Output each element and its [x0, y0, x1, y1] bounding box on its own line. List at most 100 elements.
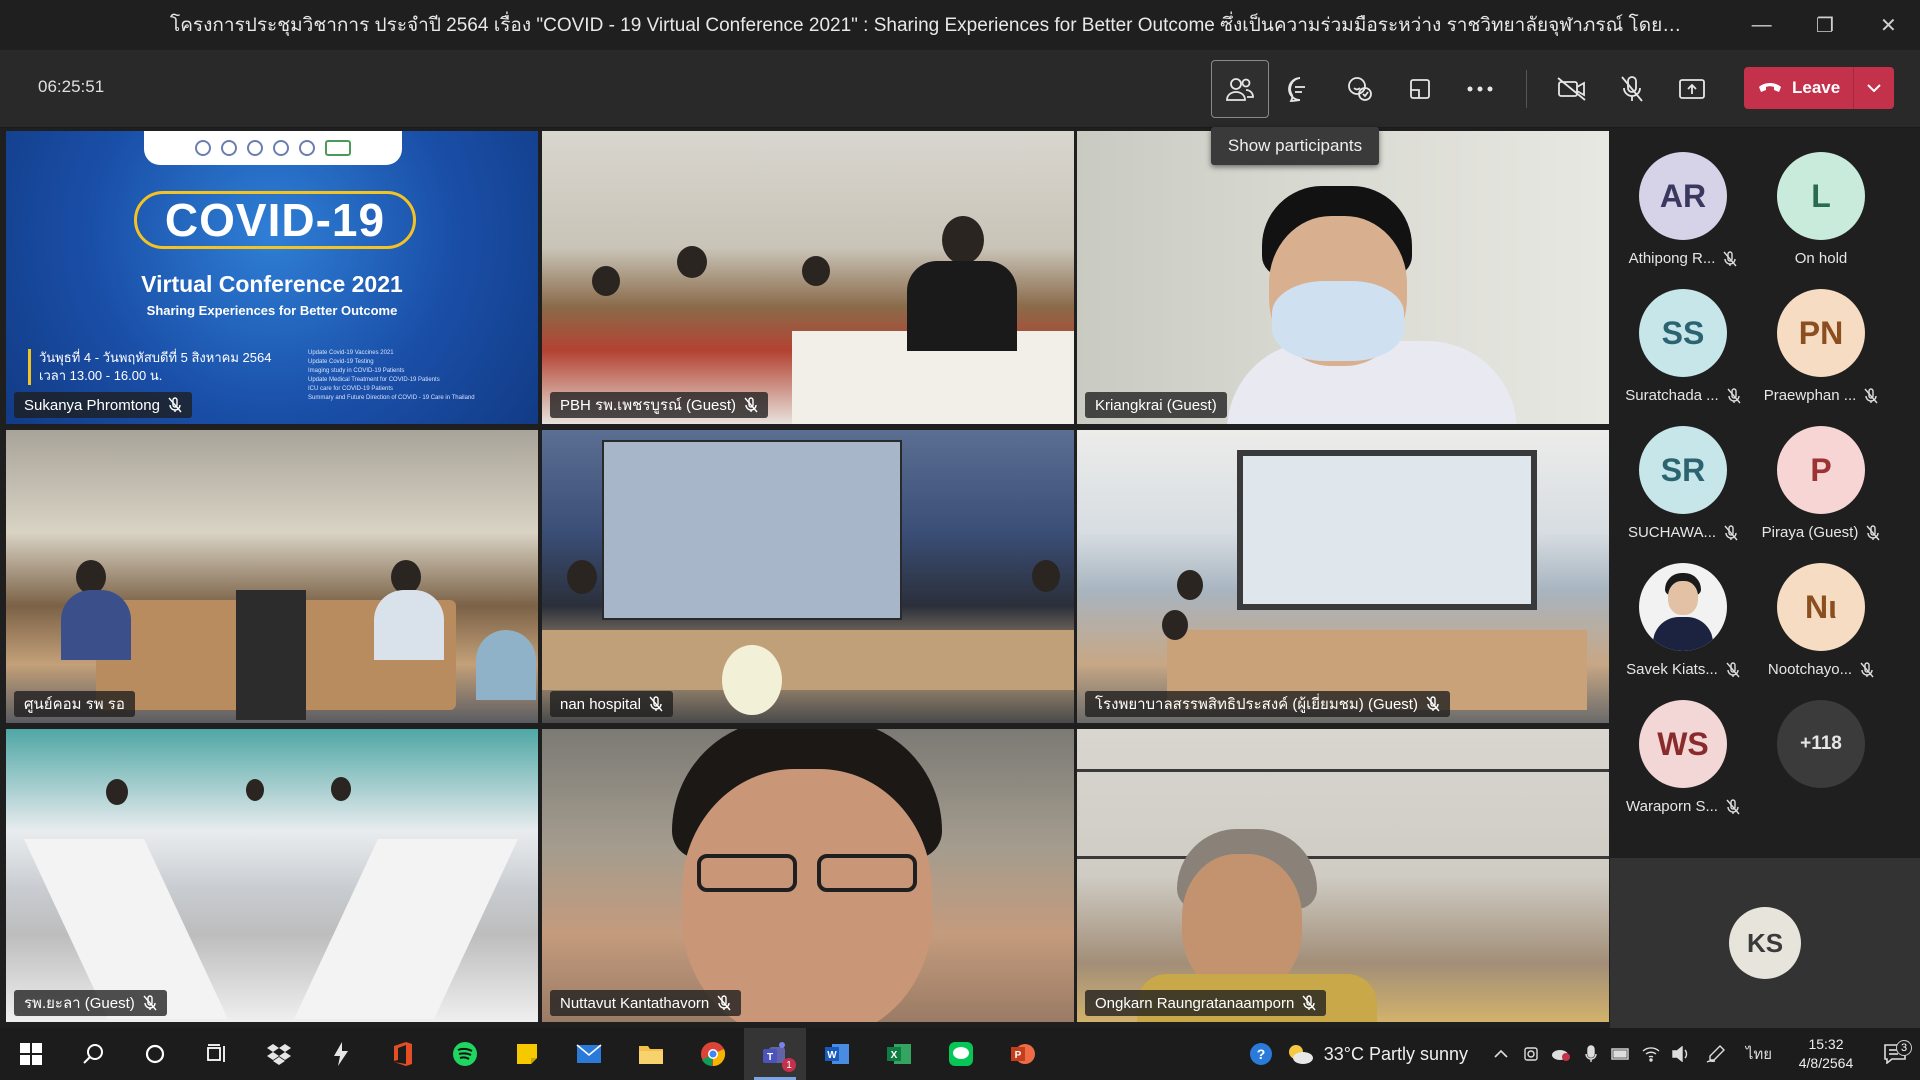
leave-options-dropdown[interactable]	[1854, 84, 1894, 92]
video-tile[interactable]: โรงพยาบาลสรรพสิทธิประสงค์ (ผู้เยี่ยมชม) …	[1077, 430, 1609, 723]
participant-card[interactable]: PN Praewphan ...	[1751, 289, 1891, 425]
tray-volume[interactable]	[1666, 1028, 1696, 1080]
weather-widget[interactable]: 33°C Partly sunny	[1286, 1043, 1468, 1065]
powerpoint-app[interactable]: P	[992, 1028, 1054, 1080]
search-button[interactable]	[62, 1028, 124, 1080]
share-content-button[interactable]	[1663, 60, 1721, 118]
participant-card[interactable]: WS Waraporn S...	[1613, 700, 1753, 836]
spotify-app[interactable]	[434, 1028, 496, 1080]
participant-card[interactable]: Savek Kiats...	[1613, 563, 1753, 699]
participant-name-tag: nan hospital	[550, 691, 673, 717]
svg-text:P: P	[1015, 1050, 1022, 1061]
mic-off-icon	[1726, 798, 1740, 814]
minimize-button[interactable]: —	[1730, 0, 1793, 50]
help-button[interactable]: ?	[1236, 1028, 1286, 1080]
self-view: KS	[1610, 858, 1920, 1028]
video-grid: COVID-19 Virtual Conference 2021 Sharing…	[0, 128, 1610, 1028]
chrome-app[interactable]	[682, 1028, 744, 1080]
mail-app[interactable]	[558, 1028, 620, 1080]
tray-camera[interactable]	[1516, 1028, 1546, 1080]
teams-app[interactable]: T 1	[744, 1028, 806, 1080]
svg-text:T: T	[767, 1052, 773, 1063]
participant-name: Kriangkrai (Guest)	[1095, 396, 1217, 414]
maximize-button[interactable]: ❐	[1793, 0, 1856, 50]
video-tile-active-speaker[interactable]: ศูนย์คอม รพ รอ	[6, 430, 538, 723]
notification-count: 3	[1896, 1040, 1912, 1056]
flower-decoration	[722, 645, 782, 715]
avatar: P	[1777, 426, 1865, 514]
task-view-icon	[207, 1044, 225, 1062]
video-tile[interactable]: PBH รพ.เพชรบูรณ์ (Guest)	[542, 131, 1074, 424]
window-title: โครงการประชุมวิชาการ ประจำปี 2564 เรื่อง…	[170, 15, 1730, 36]
line-icon	[949, 1042, 973, 1066]
taskbar-clock[interactable]: 15:32 4/8/2564	[1782, 1035, 1870, 1073]
more-participants-button[interactable]: +118	[1751, 700, 1891, 836]
video-tile[interactable]: Ongkarn Raungratanaamporn	[1077, 729, 1609, 1022]
cortana-button[interactable]	[124, 1028, 186, 1080]
tray-wifi[interactable]	[1636, 1028, 1666, 1080]
slide-topic: Summary and Future Direction of COVID - …	[308, 395, 475, 401]
phone-hangup-icon	[1759, 83, 1781, 92]
avatar: L	[1777, 152, 1865, 240]
video-tile[interactable]: Kriangkrai (Guest)	[1077, 131, 1609, 424]
participant-card[interactable]: L On hold	[1751, 152, 1891, 288]
mic-off-icon	[744, 397, 758, 413]
glasses-lens	[817, 854, 917, 892]
tray-pen[interactable]	[1696, 1028, 1736, 1080]
camera-toggle-button[interactable]	[1543, 60, 1601, 118]
excel-app[interactable]: X	[868, 1028, 930, 1080]
video-feed	[6, 729, 538, 1022]
tray-battery[interactable]	[1606, 1028, 1636, 1080]
sticky-notes-app[interactable]	[496, 1028, 558, 1080]
more-actions-button[interactable]	[1451, 60, 1509, 118]
sticky-note-icon	[517, 1044, 537, 1064]
input-language[interactable]: ไทย	[1736, 1028, 1782, 1080]
rooms-icon	[1410, 79, 1430, 99]
word-app[interactable]: W	[806, 1028, 868, 1080]
action-center-button[interactable]: 3	[1870, 1040, 1920, 1064]
line-app[interactable]	[930, 1028, 992, 1080]
leave-button[interactable]: Leave	[1744, 67, 1894, 109]
tray-microphone[interactable]	[1576, 1028, 1606, 1080]
close-button[interactable]: ✕	[1857, 0, 1920, 50]
video-tile[interactable]: Nuttavut Kantathavorn	[542, 729, 1074, 1022]
participant-name: nan hospital	[560, 695, 641, 713]
tray-onedrive[interactable]	[1546, 1028, 1576, 1080]
leave-main-area[interactable]: Leave	[1744, 67, 1854, 109]
person-head	[391, 560, 421, 594]
office-app[interactable]	[372, 1028, 434, 1080]
show-hidden-icons[interactable]	[1486, 1028, 1516, 1080]
wifi-icon	[1642, 1047, 1660, 1062]
avatar: WS	[1639, 700, 1727, 788]
wall-frame	[1077, 769, 1609, 859]
mic-toggle-button[interactable]	[1603, 60, 1661, 118]
dropbox-app[interactable]	[248, 1028, 310, 1080]
participant-card[interactable]: AR Athipong R...	[1613, 152, 1753, 288]
show-conversation-button[interactable]	[1271, 60, 1329, 118]
participant-name: SUCHAWA...	[1627, 524, 1717, 541]
chrome-icon	[701, 1042, 726, 1067]
video-tile[interactable]: รพ.ยะลา (Guest)	[6, 729, 538, 1022]
slide-tagline: Sharing Experiences for Better Outcome	[146, 303, 398, 318]
app-bolt[interactable]	[310, 1028, 372, 1080]
overflow-count: +118	[1777, 700, 1865, 788]
task-view-button[interactable]	[186, 1028, 248, 1080]
participant-name-tag: PBH รพ.เพชรบูรณ์ (Guest)	[550, 392, 769, 418]
start-button[interactable]	[0, 1028, 62, 1080]
logo-icon	[247, 140, 263, 156]
mic-off-icon	[717, 995, 731, 1011]
logo-icon	[299, 140, 315, 156]
participant-card[interactable]: P Piraya (Guest)	[1751, 426, 1891, 562]
video-tile[interactable]: nan hospital	[542, 430, 1074, 723]
participant-card[interactable]: SR SUCHAWA...	[1613, 426, 1753, 562]
participant-card[interactable]: SS Suratchada ...	[1613, 289, 1753, 425]
participant-status: On hold	[1794, 250, 1848, 267]
participant-card[interactable]: Nι Nootchayo...	[1751, 563, 1891, 699]
slide-title: COVID-19	[134, 191, 416, 249]
file-explorer-app[interactable]	[620, 1028, 682, 1080]
reactions-button[interactable]	[1331, 60, 1389, 118]
show-participants-button[interactable]	[1211, 60, 1269, 118]
breakout-rooms-button[interactable]	[1391, 60, 1449, 118]
video-tile[interactable]: COVID-19 Virtual Conference 2021 Sharing…	[6, 131, 538, 424]
svg-text:X: X	[891, 1050, 898, 1061]
